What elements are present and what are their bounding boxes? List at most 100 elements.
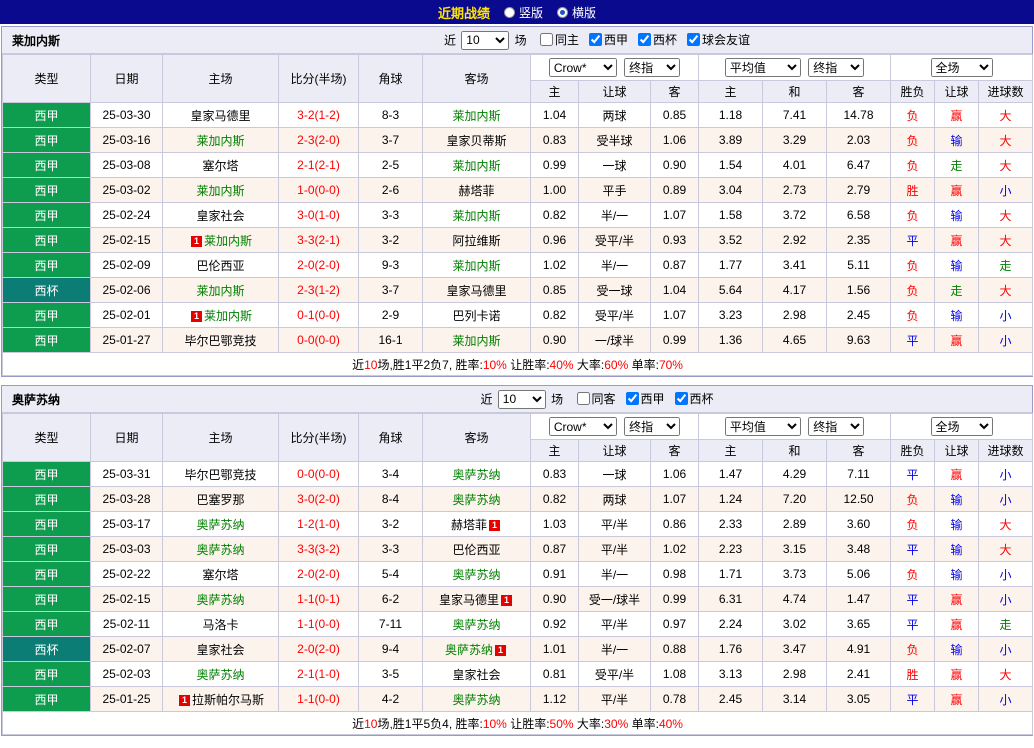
checkbox-input[interactable] <box>540 33 553 46</box>
avg-time-select[interactable]: 终指 <box>808 58 865 77</box>
scope-select-cell: 全场 <box>890 413 1034 440</box>
avg-selects-cell: 平均值 终指 <box>697 413 892 440</box>
handicap-cell: 受平/半 <box>578 227 651 253</box>
odds-source-select[interactable]: Crow* <box>548 58 617 77</box>
odds-home-cell: 0.87 <box>530 536 579 562</box>
summary-segment: 10% <box>482 357 507 372</box>
corners-cell: 2-6 <box>358 177 423 203</box>
team-title: 莱加内斯 <box>12 33 61 48</box>
filter-checkbox-2[interactable]: 西杯 <box>638 33 677 47</box>
odds-source-select[interactable]: Crow* <box>548 417 617 436</box>
team-name: 莱加内斯 <box>203 308 252 323</box>
team-name: 莱加内斯 <box>196 283 245 298</box>
filter-checkbox-1[interactable]: 西甲 <box>625 392 665 406</box>
layout-radio-horizontal[interactable]: 横版 <box>557 4 596 21</box>
summary-segment: 40% <box>549 357 574 372</box>
date-cell: 25-01-27 <box>90 327 163 353</box>
score-cell: 1-1(0-1) <box>278 586 359 612</box>
team-name: 莱加内斯 <box>196 183 245 198</box>
team-name: 赫塔菲 <box>458 183 495 198</box>
radio-selected-icon[interactable] <box>557 6 568 18</box>
filter-checkbox-2[interactable]: 西杯 <box>674 392 714 406</box>
layout-radio-vertical[interactable]: 竖版 <box>503 4 543 21</box>
avg-type-select[interactable]: 平均值 <box>724 58 801 77</box>
date-cell: 25-03-08 <box>90 152 163 178</box>
match-count-select[interactable]: 10 <box>497 389 546 409</box>
odds-away-cell: 1.07 <box>650 302 699 328</box>
avg-home-cell: 1.71 <box>698 561 763 587</box>
filter-controls: 近 10 场 同主 西甲 西杯 球会友谊 <box>162 30 1032 50</box>
avg-draw-cell: 3.47 <box>762 636 827 662</box>
avg-type-select[interactable]: 平均值 <box>724 417 801 436</box>
checkbox-input[interactable] <box>674 392 688 405</box>
away-team-cell: 阿拉维斯 <box>422 227 531 253</box>
home-team-cell: 巴塞罗那 <box>162 486 279 512</box>
odds-home-cell: 0.81 <box>530 661 579 687</box>
corners-cell: 5-4 <box>358 561 423 587</box>
checkbox-input[interactable] <box>625 392 639 405</box>
section-header: 奥萨苏纳 近 10 场 同客 西甲 西杯 <box>2 386 1032 413</box>
odds-time-select[interactable]: 终指 <box>624 58 681 77</box>
scope-select[interactable]: 全场 <box>930 58 993 77</box>
col-header-avg-draw: 和 <box>762 439 827 462</box>
away-team-cell: 皇家马德里 1 <box>422 586 531 612</box>
checkbox-input[interactable] <box>638 33 652 46</box>
goals-result-cell: 小 <box>978 636 1034 662</box>
match-row: 西杯 25-02-07 皇家社会 2-0(2-0) 9-4 奥萨苏纳 1 1.01 半/一 0.8… <box>2 636 1034 662</box>
summary-segment: 50% <box>549 716 574 731</box>
avg-draw-cell: 4.65 <box>762 327 827 353</box>
results-tbody: 西甲 25-03-30 皇家马德里 3-2(1-2) 8-3 莱加内斯 1.04 两球 0.85… <box>2 102 1034 353</box>
home-team-cell: 1 莱加内斯 <box>162 227 279 253</box>
col-header-avg-away: 客 <box>825 80 892 103</box>
match-row: 西甲 25-02-01 1 莱加内斯 0-1(0-0) 2-9 巴列卡诺 0.82 受平/半 1.… <box>2 302 1034 328</box>
scope-select[interactable]: 全场 <box>930 417 993 436</box>
score-cell: 3-3(3-2) <box>278 536 359 562</box>
team-name: 奥萨苏纳 <box>452 567 501 582</box>
league-cell: 西甲 <box>2 202 91 228</box>
filter-checkbox-1[interactable]: 西甲 <box>589 33 628 47</box>
summary-segment: 10% <box>482 716 507 731</box>
odds-away-cell: 0.99 <box>650 327 699 353</box>
avg-home-cell: 3.13 <box>698 661 763 687</box>
filter-checkbox-0[interactable]: 同客 <box>576 392 616 406</box>
corners-cell: 3-4 <box>358 461 423 487</box>
checkbox-input[interactable] <box>589 33 603 46</box>
avg-home-cell: 3.89 <box>698 127 763 153</box>
avg-away-cell: 7.11 <box>825 461 892 487</box>
corners-cell: 6-2 <box>358 586 423 612</box>
home-team-cell: 奥萨苏纳 <box>162 586 279 612</box>
team-name: 皇家贝蒂斯 <box>446 133 507 148</box>
match-count-select[interactable]: 10 <box>461 30 510 50</box>
odds-home-cell: 0.83 <box>530 461 579 487</box>
handicap-result-cell: 输 <box>934 302 980 328</box>
near-label: 近 <box>443 33 456 47</box>
handicap-result-cell: 走 <box>934 152 980 178</box>
date-cell: 25-03-16 <box>90 127 163 153</box>
away-team-cell: 皇家社会 <box>422 661 531 687</box>
score-cell: 2-1(2-1) <box>278 152 359 178</box>
col-header-score: 比分(半场) <box>278 413 359 462</box>
avg-away-cell: 4.91 <box>825 636 892 662</box>
filter-checkbox-0[interactable]: 同主 <box>540 33 579 47</box>
red-card-badge: 1 <box>190 235 202 247</box>
avg-home-cell: 2.24 <box>698 611 763 637</box>
handicap-result-cell: 输 <box>934 561 980 587</box>
odds-time-select[interactable]: 终指 <box>624 417 681 436</box>
avg-away-cell: 6.58 <box>825 202 892 228</box>
filter-checkbox-3[interactable]: 球会友谊 <box>687 33 750 47</box>
result-cell: 负 <box>890 302 936 328</box>
checkbox-input[interactable] <box>687 33 701 46</box>
date-cell: 25-03-30 <box>90 102 163 128</box>
team-name: 奥萨苏纳 <box>452 492 501 507</box>
checkbox-input[interactable] <box>576 392 590 405</box>
avg-draw-cell: 4.17 <box>762 277 827 303</box>
page-title: 近期战绩 <box>437 5 490 21</box>
radio-unselected-icon[interactable] <box>503 6 515 18</box>
col-header-home: 主场 <box>162 413 279 462</box>
avg-time-select[interactable]: 终指 <box>808 417 865 436</box>
summary-segment: 30% <box>604 716 629 731</box>
avg-away-cell: 2.45 <box>825 302 892 328</box>
match-row: 西甲 25-02-11 马洛卡 1-1(0-0) 7-11 奥萨苏纳 0.92 平/半 0.97… <box>2 611 1034 637</box>
result-cell: 负 <box>890 202 936 228</box>
date-cell: 25-02-07 <box>90 636 163 662</box>
